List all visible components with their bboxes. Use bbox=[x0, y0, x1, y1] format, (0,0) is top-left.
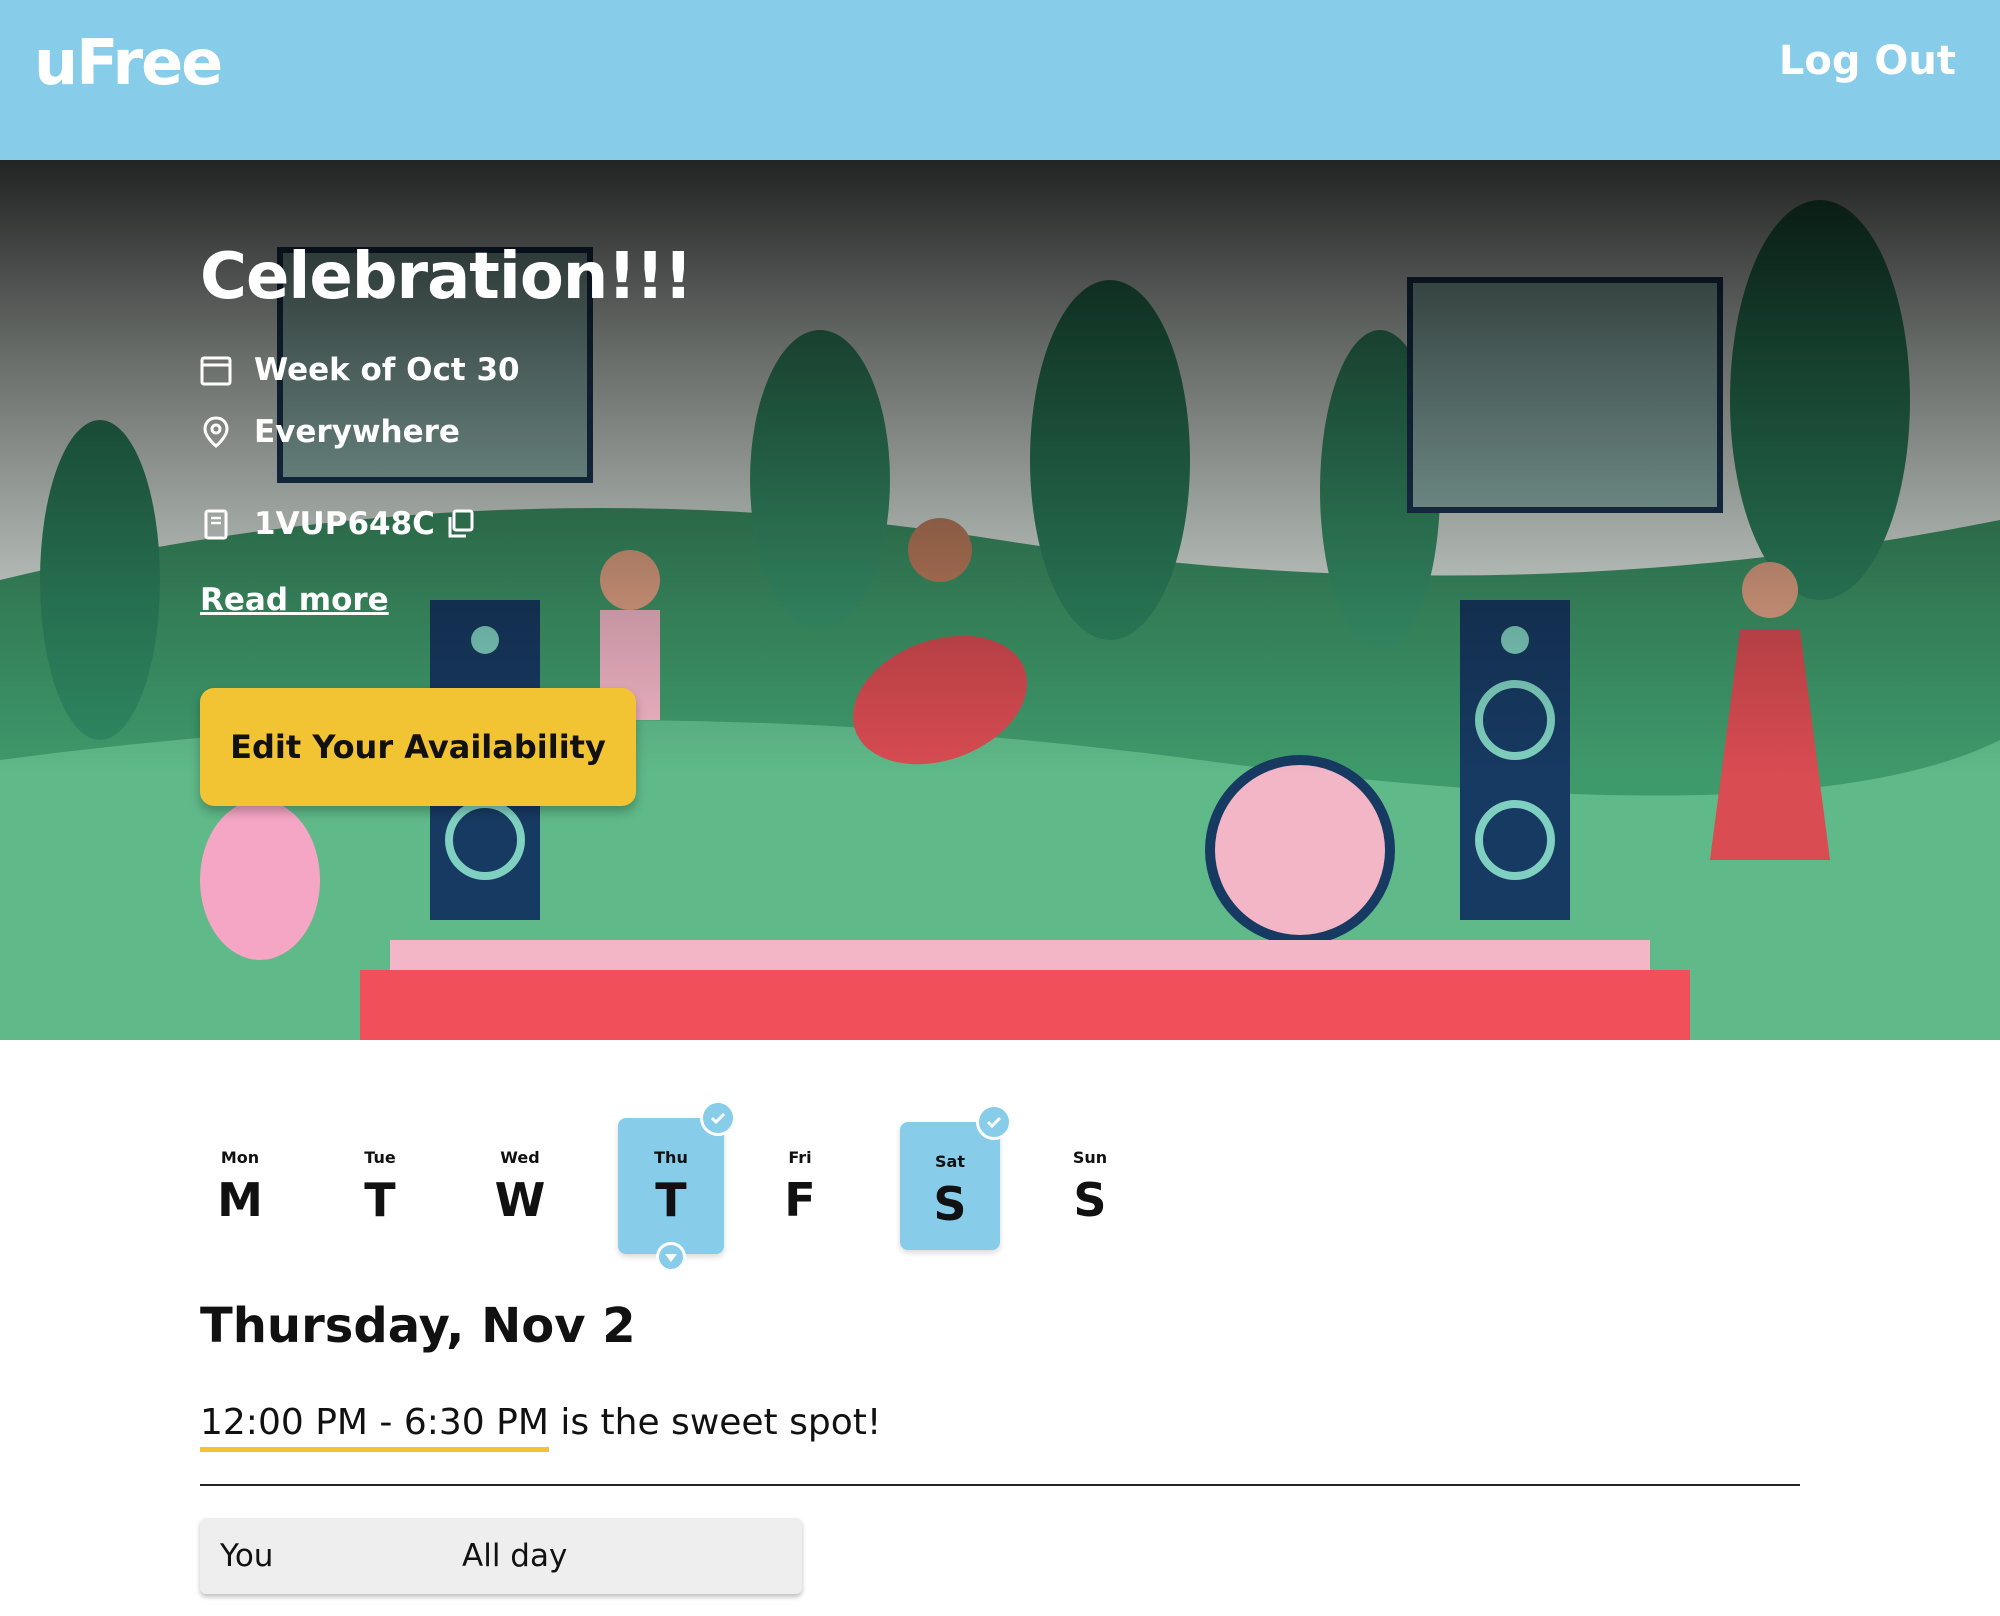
sweet-spot-suffix: is the sweet spot! bbox=[548, 1402, 882, 1443]
day-abbr: Sun bbox=[1072, 1148, 1108, 1167]
day-abbr: Fri bbox=[788, 1148, 812, 1167]
day-thu[interactable]: Thu T bbox=[618, 1100, 736, 1272]
day-letter: S bbox=[1073, 1173, 1107, 1227]
location-pin-icon bbox=[200, 416, 232, 448]
brand-logo[interactable]: uFree bbox=[34, 26, 223, 99]
day-abbr: Tue bbox=[364, 1148, 396, 1167]
day-abbr: Thu bbox=[654, 1148, 688, 1167]
availability-time: All day bbox=[462, 1538, 568, 1574]
event-code: 1VUP648C bbox=[254, 506, 435, 542]
sweet-spot-text: 12:00 PM - 6:30 PM is the sweet spot! bbox=[200, 1402, 882, 1452]
day-letter: M bbox=[217, 1173, 263, 1227]
chevron-down-icon bbox=[656, 1242, 686, 1272]
event-hero: Celebration!!! Week of Oct 30 Everywhere… bbox=[0, 160, 2000, 1040]
day-fri[interactable]: Fri F bbox=[750, 1118, 850, 1246]
day-letter: S bbox=[933, 1177, 967, 1231]
calendar-icon bbox=[200, 354, 232, 386]
day-abbr: Mon bbox=[220, 1148, 260, 1167]
day-letter: T bbox=[364, 1173, 396, 1227]
event-week-row: Week of Oct 30 bbox=[200, 352, 692, 388]
clipboard-icon bbox=[200, 508, 232, 540]
day-wed[interactable]: Wed W bbox=[470, 1118, 570, 1246]
day-letter: T bbox=[655, 1173, 687, 1227]
logout-button[interactable]: Log Out bbox=[1779, 38, 1956, 84]
event-location: Everywhere bbox=[254, 414, 460, 450]
read-more-link[interactable]: Read more bbox=[200, 582, 389, 618]
event-details: Celebration!!! Week of Oct 30 Everywhere… bbox=[200, 240, 693, 618]
top-nav: uFree Log Out bbox=[0, 0, 2000, 160]
event-week: Week of Oct 30 bbox=[254, 352, 520, 388]
day-abbr: Wed bbox=[500, 1148, 540, 1167]
check-icon bbox=[976, 1104, 1012, 1140]
event-code-row: 1VUP648C bbox=[200, 506, 692, 542]
day-letter: W bbox=[494, 1173, 546, 1227]
day-tue[interactable]: Tue T bbox=[330, 1118, 430, 1246]
event-location-row: Everywhere bbox=[200, 414, 692, 450]
availability-person: You bbox=[220, 1538, 274, 1574]
day-sun[interactable]: Sun S bbox=[1040, 1118, 1140, 1246]
edit-availability-button[interactable]: Edit Your Availability bbox=[200, 688, 636, 806]
copy-icon[interactable] bbox=[445, 509, 475, 539]
check-icon bbox=[700, 1100, 736, 1136]
availability-row[interactable]: You All day bbox=[200, 1518, 802, 1594]
day-letter: F bbox=[784, 1173, 816, 1227]
day-sat[interactable]: Sat S bbox=[900, 1104, 1012, 1250]
event-title: Celebration!!! bbox=[200, 240, 693, 314]
selected-day-heading: Thursday, Nov 2 bbox=[200, 1298, 636, 1354]
day-mon[interactable]: Mon M bbox=[190, 1118, 290, 1246]
day-abbr: Sat bbox=[935, 1152, 965, 1171]
section-divider bbox=[200, 1484, 1800, 1486]
sweet-spot-range: 12:00 PM - 6:30 PM bbox=[200, 1402, 549, 1452]
